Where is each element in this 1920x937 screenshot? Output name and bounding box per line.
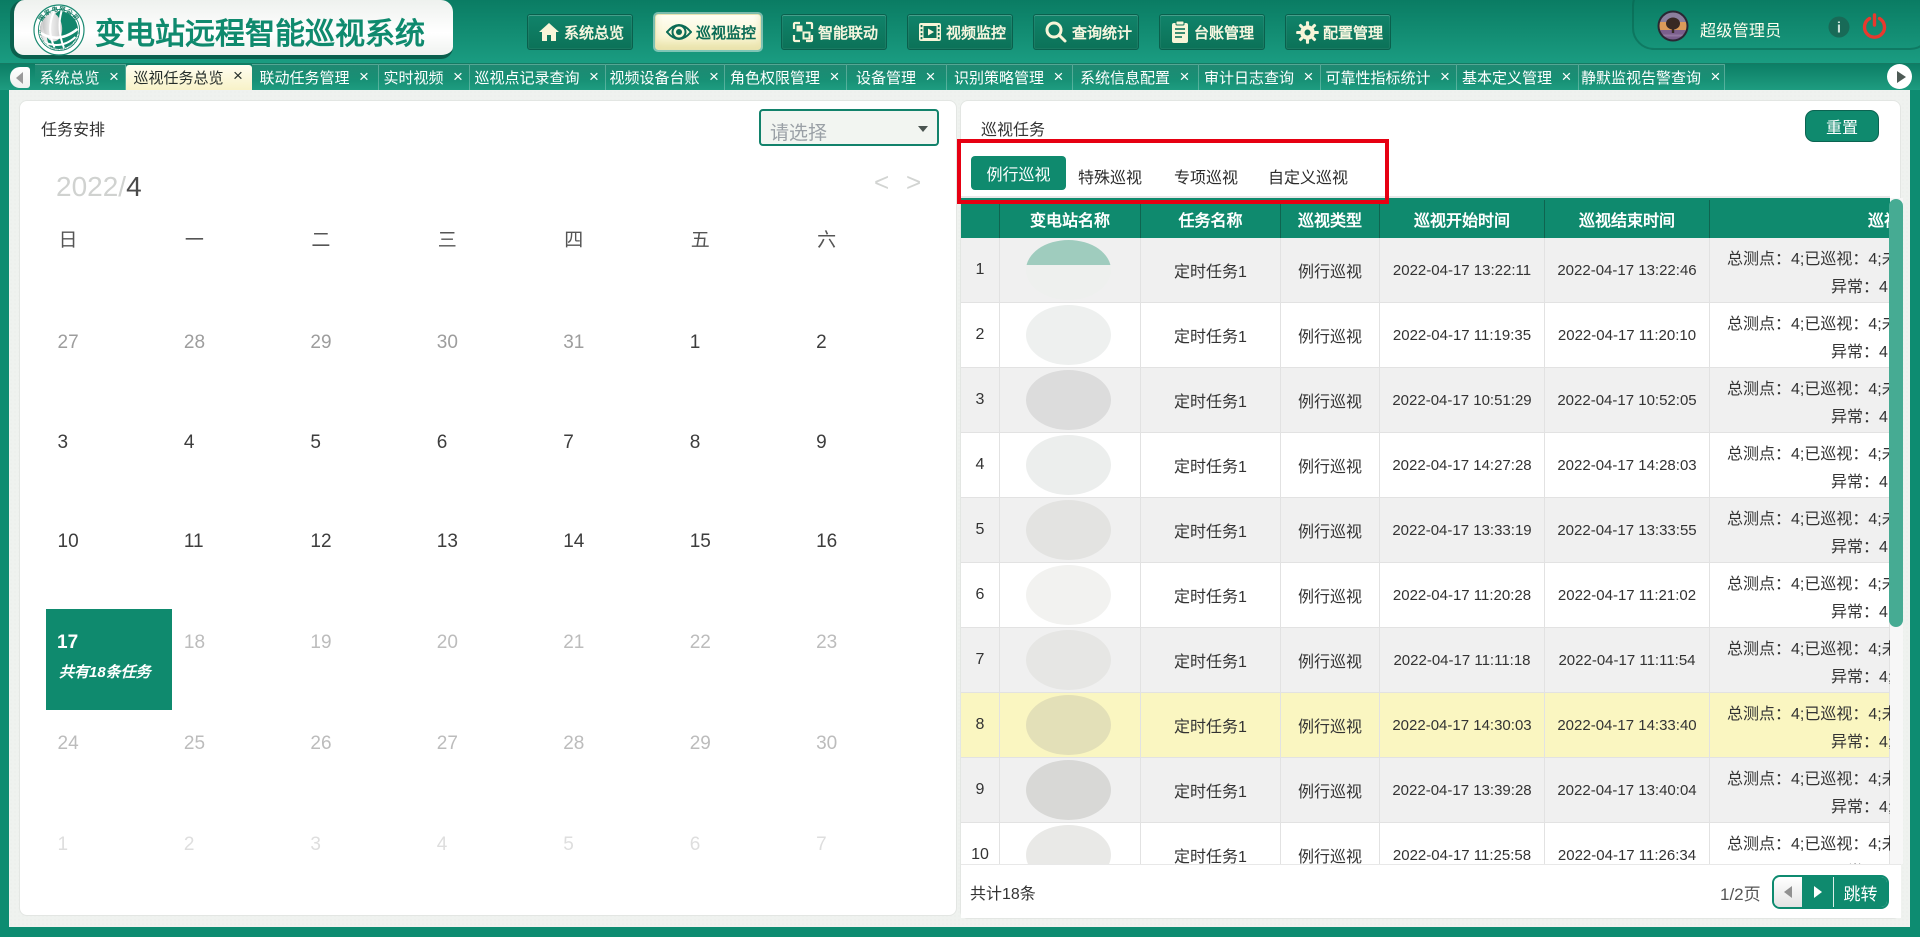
svg-text:i: i (1837, 20, 1841, 37)
